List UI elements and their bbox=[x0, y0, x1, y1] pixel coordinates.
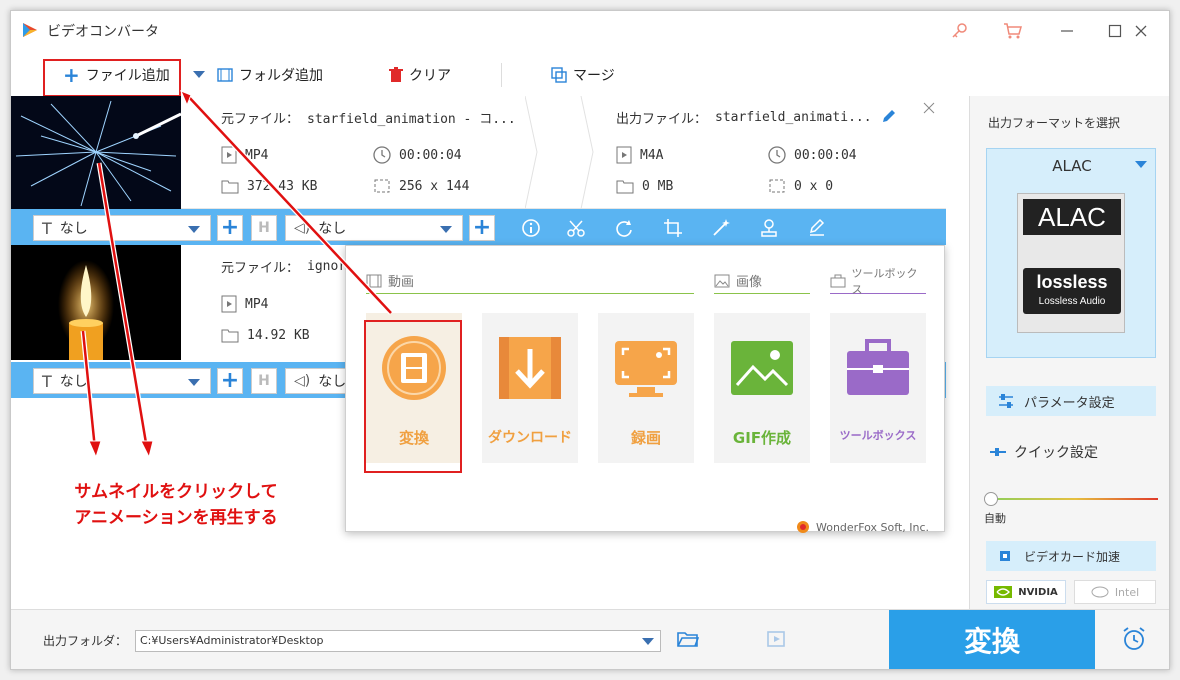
annotation-line-2: アニメーションを再生する bbox=[74, 508, 278, 528]
annotation-arrows bbox=[80, 90, 393, 459]
annotation-line-1: サムネイルをクリックして bbox=[74, 482, 278, 502]
app-window: ビデオコンバータ + ファイル追加 フォルダ追加 クリア マージ 元ファイル： … bbox=[10, 10, 1170, 670]
annotation-note: サムネイルをクリックして アニメーションを再生する bbox=[51, 479, 301, 531]
